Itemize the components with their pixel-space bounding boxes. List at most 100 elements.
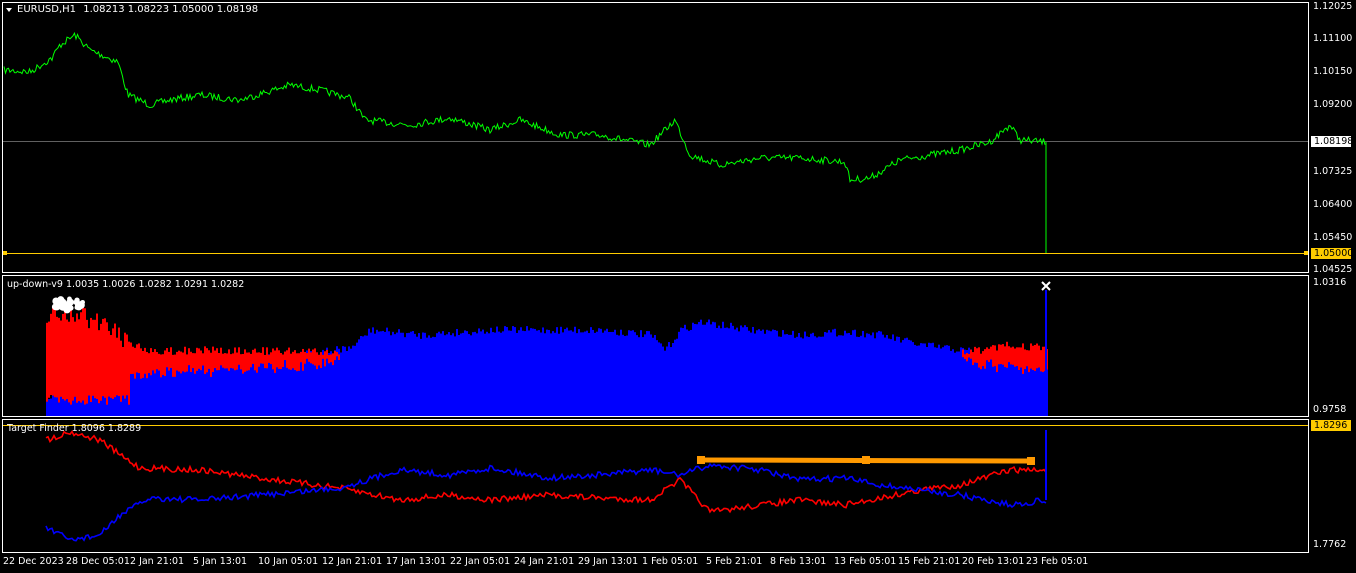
histogram-up-bar xyxy=(668,342,670,416)
histogram-up-bar xyxy=(354,345,356,416)
histogram-up-bar xyxy=(54,396,56,416)
histogram-down-bar xyxy=(1026,350,1028,367)
x-icon[interactable] xyxy=(1041,281,1051,291)
histogram-up-bar xyxy=(344,346,346,416)
histogram-up-bar xyxy=(698,321,700,416)
histogram-up-bar xyxy=(704,324,706,416)
histogram-up-bar xyxy=(928,342,930,416)
time-tick: 17 Jan 13:01 xyxy=(386,556,447,567)
histogram-down-bar xyxy=(222,353,224,368)
histogram-up-bar xyxy=(770,331,772,416)
histogram-up-bar xyxy=(440,333,442,416)
histogram-down-bar xyxy=(154,349,156,374)
hline-right-handle[interactable] xyxy=(1304,251,1308,255)
histogram-down-bar xyxy=(298,353,300,371)
histogram-up-bar xyxy=(986,350,988,416)
histogram-down-bar xyxy=(224,353,226,369)
histogram-up-bar xyxy=(508,330,510,416)
histogram-down-bar xyxy=(996,350,998,373)
histogram-down-bar xyxy=(972,352,974,366)
time-tick: 15 Feb 21:01 xyxy=(898,556,961,567)
histogram-down-bar xyxy=(116,337,118,396)
histogram-down-bar xyxy=(284,351,286,361)
histogram-down-bar xyxy=(90,317,92,402)
histogram-up-bar xyxy=(862,330,864,416)
histogram-down-bar xyxy=(212,346,214,373)
time-tick: 22 Jan 05:01 xyxy=(450,556,511,567)
histogram-down-bar xyxy=(978,347,980,368)
histogram-down-bar xyxy=(304,351,306,364)
histogram-up-bar xyxy=(792,330,794,416)
histogram-up-bar xyxy=(170,359,172,416)
time-tick: 10 Jan 05:01 xyxy=(258,556,319,567)
histogram-up-bar xyxy=(934,347,936,416)
histogram-up-bar xyxy=(800,337,802,416)
histogram-down-bar xyxy=(338,354,340,360)
histogram-up-bar xyxy=(660,343,662,416)
histogram-down-bar xyxy=(970,349,972,359)
histogram-up-bar xyxy=(526,326,528,416)
histogram-up-bar xyxy=(308,353,310,416)
histogram-up-bar xyxy=(804,331,806,416)
histogram-down-bar xyxy=(968,353,970,358)
histogram-up-bar xyxy=(768,330,770,416)
histogram-up-bar xyxy=(864,337,866,416)
histogram-up-bar xyxy=(724,327,726,416)
histogram-down-bar xyxy=(276,347,278,368)
histogram-up-bar xyxy=(512,326,514,416)
histogram-down-bar xyxy=(172,354,174,377)
histogram-down-bar xyxy=(984,349,986,369)
histogram-up-bar xyxy=(558,333,560,416)
histogram-down-bar xyxy=(306,353,308,359)
histogram-up-bar xyxy=(956,351,958,416)
histogram-up-bar xyxy=(494,332,496,416)
histogram-up-bar xyxy=(484,333,486,416)
chevron-down-icon[interactable] xyxy=(6,8,12,12)
histogram-up-bar xyxy=(460,333,462,416)
histogram-up-bar xyxy=(904,338,906,416)
histogram-up-bar xyxy=(48,399,50,416)
up-down-histogram xyxy=(46,290,1048,416)
symbol-label[interactable]: EURUSD,H1 xyxy=(17,4,76,15)
histogram-up-bar xyxy=(466,331,468,416)
histogram-down-bar xyxy=(324,351,326,367)
target-bar-handle-left[interactable] xyxy=(697,456,705,464)
histogram-down-bar xyxy=(254,348,256,371)
histogram-up-bar xyxy=(726,327,728,416)
histogram-down-bar xyxy=(130,342,132,375)
histogram-up-bar xyxy=(962,347,964,416)
histogram-up-bar xyxy=(710,324,712,416)
histogram-up-bar xyxy=(456,328,458,416)
histogram-down-bar xyxy=(1016,347,1018,367)
histogram-up-bar xyxy=(854,329,856,416)
histogram-up-bar xyxy=(728,328,730,416)
histogram-up-bar xyxy=(794,337,796,416)
histogram-down-bar xyxy=(192,353,194,369)
histogram-up-bar xyxy=(442,331,444,416)
histogram-up-bar xyxy=(856,336,858,416)
hline-left-handle[interactable] xyxy=(3,251,7,255)
price-tick: 1.12025 xyxy=(1313,1,1353,12)
histogram-up-bar xyxy=(732,325,734,416)
histogram-up-bar xyxy=(502,331,504,416)
histogram-up-bar xyxy=(762,329,764,416)
histogram-down-bar xyxy=(92,319,94,396)
histogram-up-bar xyxy=(524,331,526,416)
histogram-down-bar xyxy=(112,328,114,399)
histogram-up-bar xyxy=(498,331,500,416)
histogram-up-bar xyxy=(974,353,976,416)
histogram-marker xyxy=(77,301,85,309)
target-bar-handle-right[interactable] xyxy=(1027,457,1035,465)
histogram-up-bar xyxy=(790,334,792,416)
histogram-up-bar xyxy=(890,339,892,416)
histogram-down-bar xyxy=(330,354,332,363)
histogram-up-bar xyxy=(708,319,710,416)
histogram-up-bar xyxy=(682,328,684,416)
histogram-down-bar xyxy=(248,352,250,371)
histogram-down-bar xyxy=(966,353,968,362)
time-tick: 20 Feb 13:01 xyxy=(962,556,1025,567)
target-bar-handle-mid[interactable] xyxy=(862,456,870,464)
histogram-up-bar xyxy=(858,336,860,416)
histogram-up-bar xyxy=(882,334,884,416)
histogram-down-bar xyxy=(214,350,216,369)
